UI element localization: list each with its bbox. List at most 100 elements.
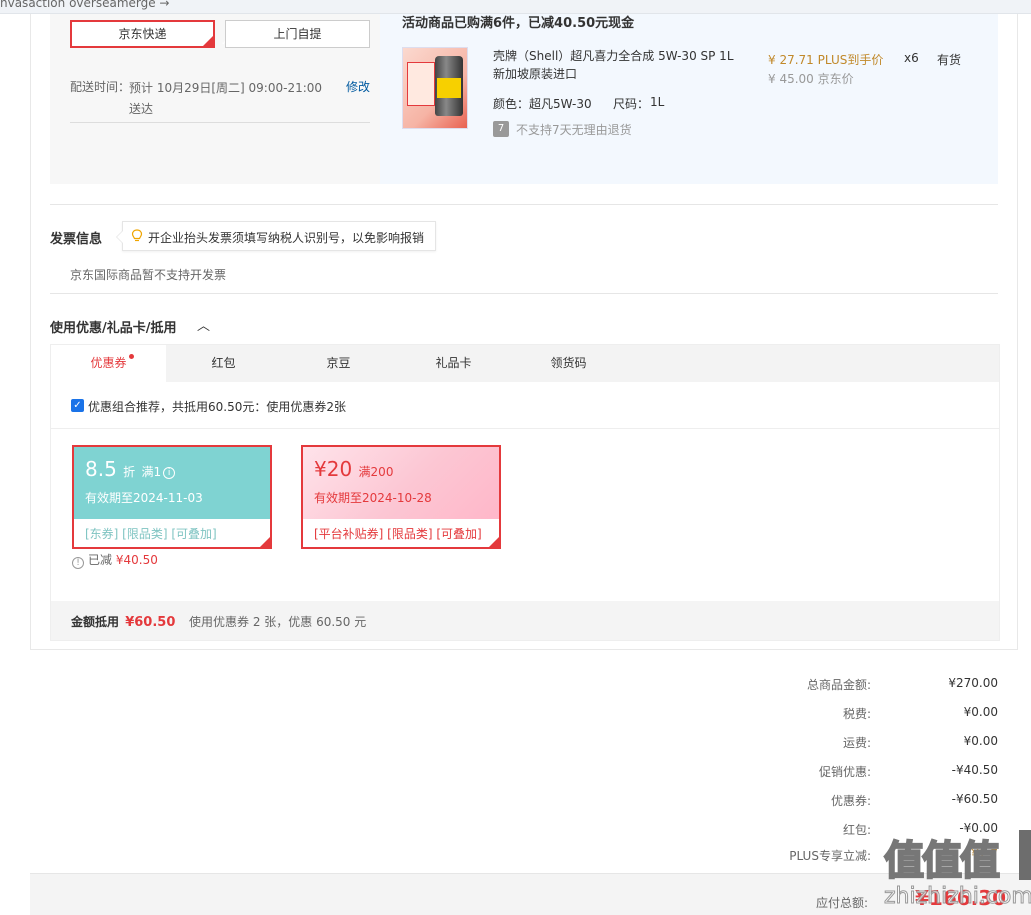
total-value: ¥270.00 bbox=[948, 676, 998, 690]
coupon-amount: 8.5 bbox=[85, 457, 117, 481]
section-divider bbox=[50, 293, 998, 294]
summary-label-text: 金额抵用 bbox=[71, 615, 120, 629]
shipping-method-self-pickup[interactable]: 上门自提 bbox=[225, 20, 370, 48]
total-row-goods: 总商品金额: ¥270.00 bbox=[700, 676, 998, 694]
coupon-value: ¥20 满200 bbox=[314, 457, 393, 481]
top-address-text: nvasaction overseamerge → bbox=[0, 0, 170, 10]
product-size-value: 1L bbox=[650, 95, 665, 109]
payable-label: 应付总额: bbox=[816, 896, 869, 910]
delivery-time-value: 预计 10月29日[周二] 09:00-21:00 送达 bbox=[129, 81, 323, 116]
coupon-used-note: ! 已减 ¥40.50 bbox=[72, 551, 158, 569]
shipping-options: 京东快递 上门自提 配送时间： 预计 10月29日[周二] 09:00-21:0… bbox=[50, 14, 380, 184]
tab-label: 礼品卡 bbox=[435, 356, 472, 370]
total-row-coupon: 优惠券: -¥60.50 bbox=[700, 792, 998, 810]
product-size-label: 尺码： bbox=[613, 97, 650, 111]
bottle-label-shape bbox=[437, 78, 461, 98]
coupon-summary-bar: 金额抵用 ¥60.50 使用优惠券 2 张，优惠 60.50 元 bbox=[51, 601, 999, 640]
coupon-condition: 满1 bbox=[141, 465, 162, 479]
watermark-domain: zhizhizhi.com bbox=[884, 884, 1031, 910]
tab-jd-beans[interactable]: 京豆 bbox=[281, 345, 396, 382]
total-label: 促销优惠: bbox=[818, 765, 871, 779]
summary-desc: 使用优惠券 2 张，优惠 60.50 元 bbox=[189, 615, 367, 629]
product-color-label: 颜色： bbox=[493, 97, 530, 111]
coupon-condition: 满200 bbox=[358, 465, 394, 479]
invoice-note: 京东国际商品暂不支持开发票 bbox=[70, 268, 227, 282]
stock-status: 有货 bbox=[937, 53, 962, 67]
total-row-promo: 促销优惠: -¥40.50 bbox=[700, 763, 998, 781]
invoice-title: 发票信息 bbox=[50, 232, 103, 247]
product-name[interactable]: 壳牌（Shell）超凡喜力全合成 5W-30 SP 1L 新加坡原装进口 bbox=[493, 47, 743, 83]
tab-coupons[interactable]: 优惠券 bbox=[51, 345, 166, 382]
total-label: 红包: bbox=[842, 823, 871, 837]
total-label: 优惠券: bbox=[830, 794, 871, 808]
coupon-panel: 优惠券 红包 京豆 礼品卡 领货码 ✓ 优惠组合推荐，共抵用60.50元：使用优… bbox=[50, 344, 1000, 641]
invoice-tip-bubble: 开企业抬头发票须填写纳税人识别号，以免影响报销 bbox=[116, 221, 436, 251]
payable-bar: 应付总额: ¥166.30 bbox=[30, 873, 1031, 915]
coupon-tags: [平台补贴券] [限品类] [可叠加] bbox=[314, 527, 482, 541]
coupon-section-title[interactable]: 使用优惠/礼品卡/抵用 bbox=[50, 317, 177, 336]
total-label: 运费: bbox=[842, 736, 871, 750]
coupon-unit: 折 bbox=[123, 465, 136, 479]
coupon-value: 8.5 折 满1 i bbox=[85, 457, 176, 481]
product-quantity: x6 bbox=[904, 51, 919, 65]
product-section: 活动商品已购满6件，已减40.50元现金 壳牌（Shell）超凡喜力全合成 5W… bbox=[380, 14, 998, 184]
coupon-tags: [东券] [限品类] [可叠加] bbox=[85, 527, 217, 541]
info-icon[interactable]: i bbox=[163, 467, 176, 479]
coupon-amount: ¥20 bbox=[314, 457, 353, 481]
selected-check-icon bbox=[201, 34, 228, 49]
delivery-time-label: 配送时间： bbox=[70, 80, 131, 94]
selected-check-icon bbox=[258, 535, 285, 550]
used-amount: ¥40.50 bbox=[115, 553, 158, 567]
total-value: ¥0.00 bbox=[963, 705, 998, 719]
watermark-glyphs: 值值值 bbox=[883, 837, 1001, 885]
tab-label: 红包 bbox=[211, 356, 236, 370]
new-dot-icon bbox=[128, 354, 134, 359]
coupon-divider bbox=[51, 428, 999, 429]
info-icon: ! bbox=[72, 557, 84, 569]
no-return-note: 不支持7天无理由退货 bbox=[516, 123, 632, 137]
tab-label: 优惠券 bbox=[90, 356, 127, 370]
total-row-shipping: 运费: ¥0.00 bbox=[700, 734, 998, 752]
section-divider bbox=[50, 204, 998, 205]
total-label: 总商品金额: bbox=[806, 678, 871, 692]
coupon-card-top: ¥20 满200 有效期至2024-10-28 bbox=[303, 447, 499, 519]
product-image[interactable] bbox=[402, 47, 468, 129]
plus-price: ¥ 27.71 PLUS到手价 bbox=[768, 53, 884, 67]
selected-check-icon bbox=[487, 535, 514, 550]
recommend-text: 优惠组合推荐，共抵用60.50元：使用优惠券2张 bbox=[88, 400, 346, 414]
coupon-card-top: 8.5 折 满1 i 有效期至2024-11-03 bbox=[74, 447, 270, 519]
lightbulb-icon bbox=[131, 229, 143, 242]
tab-label: 领货码 bbox=[550, 356, 587, 370]
coupon-card-cash[interactable]: ¥20 满200 有效期至2024-10-28 [平台补贴券] [限品类] [可… bbox=[301, 445, 514, 550]
product-color-value: 超凡5W-30 bbox=[529, 97, 592, 111]
summary-label: 金额抵用 ¥60.50 bbox=[71, 613, 175, 630]
tab-redeem-code[interactable]: 领货码 bbox=[511, 345, 626, 382]
tab-red-packet[interactable]: 红包 bbox=[166, 345, 281, 382]
shipping-method-label: 京东快递 bbox=[118, 27, 167, 41]
tab-label: 京豆 bbox=[326, 356, 351, 370]
coupon-card-discount[interactable]: 8.5 折 满1 i 有效期至2024-11-03 [东券] [限品类] [可叠加… bbox=[72, 445, 285, 550]
shipping-method-jd-express[interactable]: 京东快递 bbox=[70, 20, 228, 49]
shipping-divider bbox=[70, 122, 370, 123]
shipping-section: 京东快递 上门自提 配送时间： 预计 10月29日[周二] 09:00-21:0… bbox=[50, 14, 998, 184]
used-label: 已减 bbox=[88, 553, 113, 567]
no-return-icon: 7 bbox=[493, 121, 509, 137]
total-row-tax: 税费: ¥0.00 bbox=[700, 705, 998, 723]
total-value: -¥60.50 bbox=[951, 792, 998, 806]
total-label: PLUS专享立减: bbox=[789, 849, 871, 863]
coupon-validity: 有效期至2024-11-03 bbox=[85, 491, 203, 505]
total-value: -¥40.50 bbox=[951, 763, 998, 777]
chevron-up-icon[interactable]: ︿ bbox=[197, 315, 210, 334]
product-box-shape bbox=[407, 62, 435, 106]
jd-price: ¥ 45.00 京东价 bbox=[768, 72, 854, 86]
delivery-time-edit-link[interactable]: 修改 bbox=[346, 78, 370, 95]
promo-summary: 活动商品已购满6件，已减40.50元现金 bbox=[402, 16, 635, 31]
total-label: 税费: bbox=[842, 707, 871, 721]
tab-gift-card[interactable]: 礼品卡 bbox=[396, 345, 511, 382]
site-watermark: 值值值 zhizhizhi.com bbox=[883, 828, 1031, 912]
coupon-tabs: 优惠券 红包 京豆 礼品卡 领货码 bbox=[51, 345, 999, 382]
total-value: ¥0.00 bbox=[963, 734, 998, 748]
recommend-checkbox[interactable]: ✓ bbox=[71, 399, 84, 412]
shipping-method-label: 上门自提 bbox=[273, 27, 322, 41]
invoice-tip-text: 开企业抬头发票须填写纳税人识别号，以免影响报销 bbox=[148, 231, 425, 245]
